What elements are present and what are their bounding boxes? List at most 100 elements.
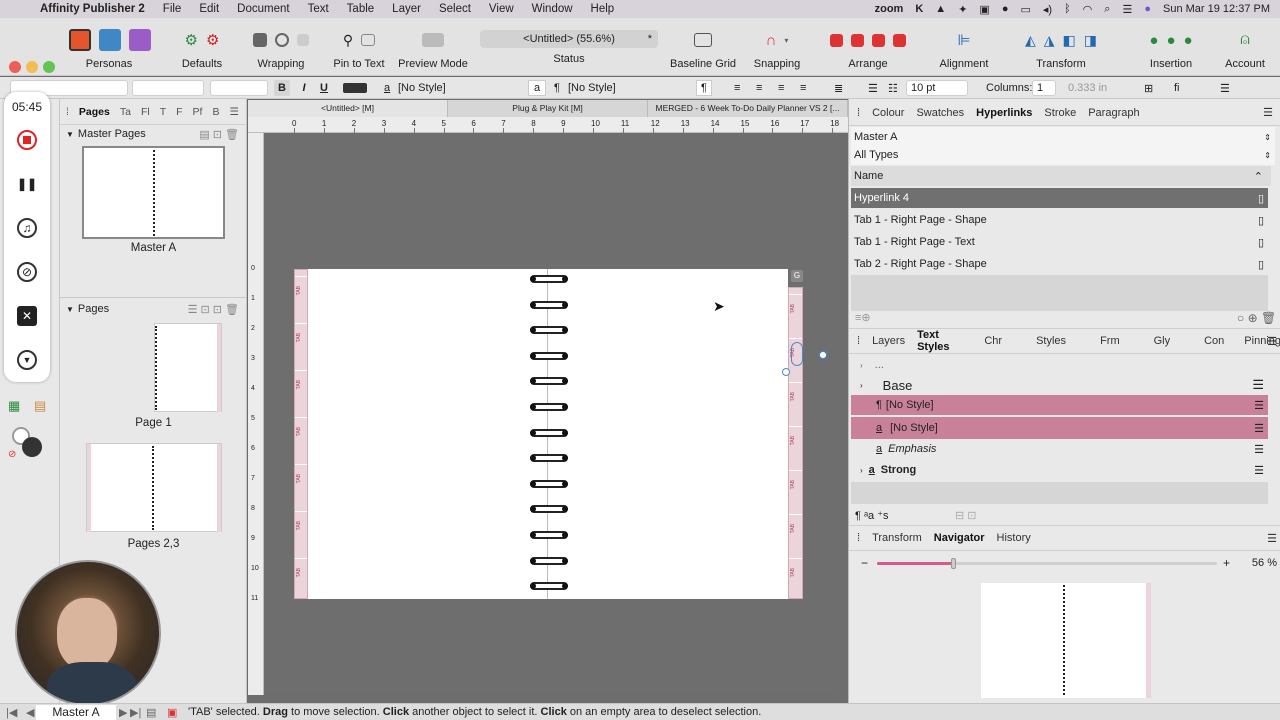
search-icon[interactable]: ⌕	[1104, 3, 1110, 16]
menubar-clock[interactable]: Sun Mar 19 12:37 PM	[1163, 3, 1270, 15]
tab-paragraph[interactable]: Paragraph	[1088, 107, 1139, 119]
rotate-left-icon[interactable]: ◧	[1063, 32, 1076, 49]
move-back-one-icon[interactable]	[851, 33, 864, 47]
collapse-recorder-button[interactable]: ▼	[17, 350, 37, 370]
menu-app-name[interactable]: Affinity Publisher 2	[40, 3, 145, 15]
tab-chr[interactable]: Chr	[984, 335, 1002, 347]
bold-button[interactable]: B	[274, 80, 290, 96]
selection-handle-group[interactable]	[791, 342, 803, 366]
hyperlink-row[interactable]: Tab 2 - Right Page - Shape ▯	[851, 254, 1268, 274]
pages-2-3-thumbnail[interactable]	[86, 443, 222, 532]
panel-menu-icon[interactable]: ☰	[1267, 532, 1277, 545]
bear-status-icon[interactable]: ▣	[979, 3, 989, 16]
next-page-button[interactable]: ▶	[119, 706, 127, 719]
align-right-text-icon[interactable]: ≡	[778, 80, 790, 96]
tab-label[interactable]: TAB	[296, 474, 302, 483]
justify-text-icon[interactable]: ≡	[800, 80, 812, 96]
menu-table[interactable]: Table	[347, 3, 375, 15]
tab-ta[interactable]: Ta	[120, 106, 131, 118]
page-view-icon[interactable]: ▤	[146, 706, 156, 719]
master-a-thumbnail[interactable]	[82, 146, 225, 239]
tab-con[interactable]: Con	[1204, 335, 1224, 347]
photo-persona-icon[interactable]	[129, 29, 151, 51]
snapping-chevron-icon[interactable]: ▾	[784, 36, 788, 45]
minimize-window-button[interactable]	[26, 61, 38, 73]
right-tab-strip[interactable]: TAB TAB TAB TAB TAB TAB TAB	[788, 287, 803, 599]
panel-menu-icon[interactable]: ☰	[1263, 106, 1273, 119]
tab-label[interactable]: TAB	[790, 480, 796, 489]
panel-grip-icon[interactable]: ⁞	[857, 532, 860, 544]
volume-icon[interactable]: ◂)	[1043, 3, 1052, 16]
base-style-row[interactable]: › Base ☰	[851, 375, 1268, 395]
hyperlink-row[interactable]: Hyperlink 4 ▯	[851, 188, 1268, 208]
insert-top-icon[interactable]: ●	[1166, 32, 1175, 49]
menu-document[interactable]: Document	[237, 3, 289, 15]
tab-label[interactable]: TAB	[296, 333, 302, 342]
siri-icon[interactable]: ●	[1144, 3, 1151, 15]
move-forward-one-icon[interactable]	[872, 33, 885, 47]
selection-handle[interactable]	[782, 368, 790, 376]
zoom-percent[interactable]: 56 %	[1241, 557, 1277, 569]
disclosure-icon[interactable]: ›	[860, 381, 863, 390]
tab-pages[interactable]: Pages	[79, 106, 110, 118]
pages-actions-icons[interactable]: ☰ ⊡ ⊡ 🗑	[188, 303, 239, 316]
tab-label[interactable]: TAB	[790, 524, 796, 533]
vertical-align-icon[interactable]: ≣	[834, 80, 846, 96]
tab-label[interactable]: TAB	[296, 286, 302, 295]
tab-styles[interactable]: Styles	[1036, 335, 1066, 347]
publisher-persona-icon[interactable]	[69, 29, 91, 51]
designer-persona-icon[interactable]	[99, 29, 121, 51]
doc-tab-merged[interactable]: MERGED - 6 Week To-Do Daily Planner VS 2…	[648, 100, 848, 117]
tab-fl[interactable]: Fl	[141, 106, 150, 118]
new-style-icons[interactable]: ¶ ᵃa ⁺s	[855, 509, 889, 522]
first-page-button[interactable]: |◀	[6, 706, 17, 719]
color-picker-widget[interactable]: ⊘	[8, 427, 42, 460]
alignment-button[interactable]: ⊫ Alignment	[938, 18, 990, 76]
tab-label[interactable]: TAB	[296, 427, 302, 436]
previous-page-button[interactable]: ◀	[26, 706, 34, 719]
panel-menu-icon[interactable]: ☰	[1267, 335, 1277, 348]
style-tools-icons[interactable]: ⊟ ⊡	[955, 509, 977, 522]
k-status-icon[interactable]: K	[915, 3, 923, 15]
tab-label[interactable]: TAB	[790, 304, 796, 313]
doc-tab-plug-play[interactable]: Plug & Play Kit [M]	[448, 100, 648, 117]
types-select[interactable]: All Types ⇕	[851, 145, 1275, 165]
disclosure-icon[interactable]: ›	[860, 466, 863, 475]
tab-b[interactable]: B	[212, 106, 219, 118]
master-page-canvas[interactable]: TAB TAB TAB TAB TAB TAB TAB	[294, 269, 788, 599]
vertical-ruler[interactable]: 0 1 2 3 4 5 6 7 8 9 10 11	[248, 133, 264, 695]
panel-grip-icon[interactable]: ⁞	[66, 106, 69, 118]
dropbox-status-icon[interactable]: ✦	[958, 3, 967, 16]
tab-stroke[interactable]: Stroke	[1044, 107, 1076, 119]
zoom-in-button[interactable]: +	[1223, 556, 1230, 570]
pin-to-text-button[interactable]: ⚲ Pin to Text	[333, 18, 385, 76]
tab-gly[interactable]: Gly	[1154, 335, 1171, 347]
close-window-button[interactable]	[9, 61, 21, 73]
tab-swatches[interactable]: Swatches	[916, 107, 964, 119]
tab-label[interactable]: TAB	[790, 392, 796, 401]
panel-grip-icon[interactable]: ⁞	[857, 107, 860, 119]
sort-up-icon[interactable]: ⌃	[1254, 170, 1263, 183]
tab-label[interactable]: TAB	[296, 521, 302, 530]
snapping-button[interactable]: ∩ ▾ Snapping	[750, 18, 804, 76]
menu-text[interactable]: Text	[308, 3, 329, 15]
horizontal-ruler[interactable]: 0 1 2 3 4 5 6 7 8 9 10 11 12 13 14 15 16 17 18	[248, 117, 848, 133]
tab-f[interactable]: F	[176, 106, 182, 118]
panel-menu-icon[interactable]: ☰	[229, 106, 238, 118]
tab-label[interactable]: TAB	[790, 568, 796, 577]
disclosure-icon[interactable]: ▼	[66, 130, 74, 139]
defaults-button[interactable]: ⚙ ⚙ Defaults	[176, 18, 228, 76]
tab-frm[interactable]: Frm	[1100, 335, 1120, 347]
panel-grip-icon[interactable]: ⁞	[857, 335, 860, 347]
tab-text-styles[interactable]: Text Styles	[917, 329, 962, 353]
last-page-button[interactable]: ▶|	[130, 706, 141, 719]
left-tab-strip[interactable]: TAB TAB TAB TAB TAB TAB TAB	[294, 269, 308, 599]
character-style-dropdown[interactable]: [No Style]	[398, 80, 490, 96]
paragraph-style-dropdown[interactable]: [No Style]	[568, 80, 660, 96]
show-special-characters-button[interactable]: ¶	[696, 80, 712, 96]
tab-hyperlinks[interactable]: Hyperlinks	[976, 107, 1032, 119]
menu-help[interactable]: Help	[591, 3, 615, 15]
pause-recording-button[interactable]: ❚❚	[17, 174, 37, 194]
master-pages-header[interactable]: ▼ Master Pages ▤ ⊡ 🗑	[60, 125, 247, 143]
master-select[interactable]: Master A ⇕	[851, 127, 1275, 147]
